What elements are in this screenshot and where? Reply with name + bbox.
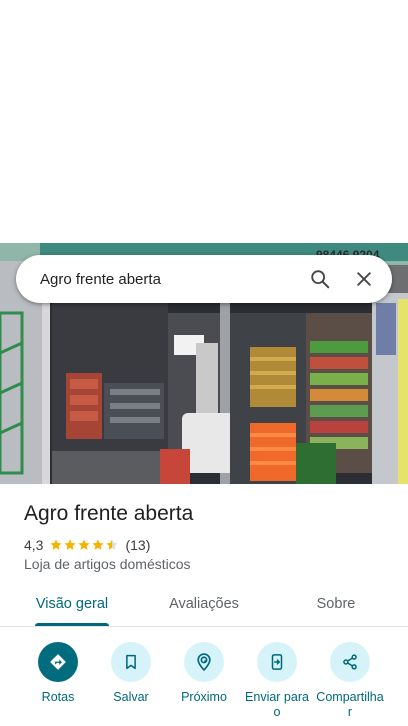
nearby-button[interactable]: Próximo [164,642,244,705]
bookmark-icon [111,642,151,682]
review-count: (13) [125,537,151,553]
action-bar: Rotas Salvar Próximo Enviar para o Compa… [0,642,408,726]
save-label: Salvar [113,690,149,704]
close-icon[interactable] [342,257,386,301]
map-blank-area [0,0,408,243]
share-label: Compartilha r [316,690,384,719]
send-to-phone-button[interactable]: Enviar para o [237,642,317,720]
tab-about[interactable]: Sobre [288,586,384,626]
directions-button[interactable]: Rotas [18,642,98,705]
save-button[interactable]: Salvar [91,642,171,705]
directions-icon [38,642,78,682]
active-tab-indicator [35,623,109,626]
search-input[interactable]: Agro frente aberta [40,271,298,288]
star-rating [49,538,119,552]
nearby-label: Próximo [181,690,227,704]
tab-reviews[interactable]: Avaliações [156,586,252,626]
send-to-phone-icon [257,642,297,682]
star-icon [78,539,91,550]
rating-value: 4,3 [24,537,44,553]
place-title: Agro frente aberta [24,502,194,525]
tab-overview[interactable]: Visão geral [24,586,120,626]
rating-row[interactable]: 4,3 (13) [24,536,150,554]
tab-bar: Visão geral Avaliações Sobre [0,586,408,627]
star-icon [92,539,105,550]
star-icon [50,539,63,550]
share-icon [330,642,370,682]
search-bar[interactable]: Agro frente aberta [16,255,392,303]
directions-label: Rotas [41,690,75,704]
nearby-icon [184,642,224,682]
star-icon [64,539,77,550]
star-half-icon [106,539,119,550]
place-category: Loja de artigos domésticos [24,556,191,572]
share-button[interactable]: Compartilha r [310,642,390,720]
send-to-phone-label: Enviar para o [245,690,309,719]
search-icon[interactable] [298,257,342,301]
